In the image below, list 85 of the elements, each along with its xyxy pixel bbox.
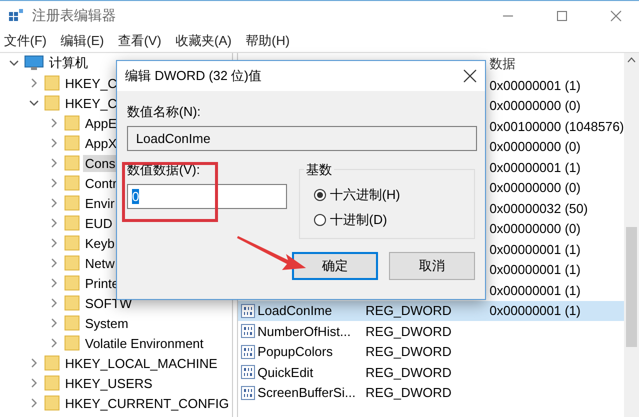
folder-icon bbox=[64, 295, 80, 311]
menu-item[interactable]: 文件(F) bbox=[4, 32, 47, 50]
selected-row[interactable]: LoadConIme REG_DWORD 0x00000001 (1) bbox=[238, 300, 624, 321]
value-type: REG_DWORD bbox=[366, 364, 452, 380]
folder-icon bbox=[64, 335, 80, 351]
menu-item[interactable]: 编辑(E) bbox=[60, 32, 104, 50]
folder-icon bbox=[64, 275, 80, 291]
folder-icon bbox=[64, 215, 80, 231]
window-title: 注册表编辑器 bbox=[32, 6, 117, 24]
tree-item[interactable]: HKEY_C bbox=[63, 74, 120, 92]
tree-item[interactable]: AppE bbox=[83, 114, 119, 132]
binary-value-icon bbox=[240, 365, 255, 380]
value-name: PopupColors bbox=[258, 344, 333, 360]
tree-item[interactable]: HKEY_C bbox=[63, 94, 120, 112]
folder-icon bbox=[64, 195, 80, 211]
menu-item[interactable]: 收藏夹(A) bbox=[175, 32, 232, 50]
folder-icon bbox=[64, 135, 80, 151]
folder-icon bbox=[64, 175, 80, 191]
tree-item[interactable]: Cons bbox=[83, 154, 118, 172]
value-data: 0x00000032 (50) bbox=[490, 200, 588, 216]
value-data: 0x00000001 (1) bbox=[490, 303, 581, 318]
scrollbar[interactable] bbox=[624, 53, 639, 417]
radio-button[interactable] bbox=[314, 188, 326, 200]
value-name: NumberOfHist... bbox=[258, 324, 351, 339]
value-type: REG_DWORD bbox=[366, 344, 452, 360]
folder-icon bbox=[64, 155, 80, 171]
value-data: 0x00000001 (1) bbox=[490, 78, 581, 93]
tree-item[interactable]: HKEY_CURRENT_CONFIG bbox=[63, 394, 231, 412]
folder-icon bbox=[44, 95, 60, 111]
value-data: 0x00000001 (1) bbox=[490, 160, 581, 175]
dialog-button[interactable]: 确定 bbox=[292, 252, 378, 280]
field-label: 数值名称(N): bbox=[127, 103, 202, 121]
value-data: 0x00000001 (1) bbox=[490, 262, 581, 278]
binary-value-icon bbox=[240, 386, 255, 400]
tree-item[interactable]: Keyb bbox=[83, 234, 117, 252]
dialog-title: 编辑 DWORD (32 位)值 bbox=[125, 67, 262, 85]
scroll-thumb[interactable] bbox=[626, 227, 637, 347]
binary-value-icon bbox=[240, 324, 255, 338]
value-data: 0x00000000 (0) bbox=[490, 180, 581, 196]
radio-label[interactable]: 十六进制(H) bbox=[330, 186, 400, 204]
tree-item[interactable]: HKEY_USERS bbox=[63, 374, 154, 392]
dialog-button[interactable]: 取消 bbox=[389, 252, 475, 280]
value-name: ScreenBufferSi... bbox=[258, 385, 356, 400]
folder-icon bbox=[44, 375, 60, 391]
value-name-field[interactable]: LoadConIme bbox=[127, 126, 477, 151]
value-data: 0x00000000 (0) bbox=[490, 98, 581, 114]
column-header[interactable]: 数据 bbox=[486, 55, 516, 73]
folder-icon bbox=[44, 395, 60, 411]
tree-item[interactable]: Volatile Environment bbox=[83, 334, 206, 352]
pointer-arrow bbox=[236, 234, 308, 272]
value-type: REG_DWORD bbox=[366, 324, 452, 339]
value-data-field[interactable]: 0 bbox=[127, 184, 287, 209]
value-type: REG_DWORD bbox=[366, 303, 452, 318]
computer-icon bbox=[24, 55, 44, 71]
binary-value-icon bbox=[240, 304, 255, 318]
tree-item[interactable]: 计算机 bbox=[47, 53, 90, 73]
value-data: 0x00000000 (0) bbox=[490, 139, 581, 154]
tree-item[interactable]: AppX bbox=[83, 134, 119, 152]
radio-button[interactable] bbox=[314, 214, 326, 226]
tree-item[interactable]: EUD bbox=[83, 214, 114, 232]
value-data: 0x00000001 (1) bbox=[490, 242, 581, 257]
folder-icon bbox=[64, 255, 80, 271]
radio-label[interactable]: 十进制(D) bbox=[330, 210, 388, 228]
folder-icon bbox=[64, 235, 80, 251]
folder-icon bbox=[64, 315, 80, 331]
folder-icon bbox=[44, 355, 60, 371]
value-name: LoadConIme bbox=[258, 303, 332, 318]
group-label: 基数 bbox=[304, 161, 334, 179]
folder-icon bbox=[64, 115, 80, 131]
tree-item[interactable]: Netw bbox=[83, 254, 117, 272]
tree-item[interactable]: Envir bbox=[83, 194, 117, 212]
maximize-icon[interactable] bbox=[556, 10, 568, 22]
registry-icon bbox=[8, 8, 24, 24]
tree-item[interactable]: System bbox=[83, 314, 130, 332]
binary-value-icon bbox=[240, 344, 255, 359]
value-data: 0x00000000 (0) bbox=[490, 221, 581, 236]
menu-item[interactable]: 查看(V) bbox=[118, 32, 162, 50]
folder-icon bbox=[44, 75, 60, 91]
value-data: 0x00100000 (1048576) bbox=[490, 118, 624, 134]
tree-item[interactable]: Contr bbox=[83, 174, 119, 192]
value-data: 0x00000001 (1) bbox=[490, 282, 581, 298]
tree-item[interactable]: HKEY_LOCAL_MACHINE bbox=[63, 354, 220, 372]
value-name: QuickEdit bbox=[258, 364, 314, 380]
menu-item[interactable]: 帮助(H) bbox=[246, 32, 290, 50]
value-type: REG_DWORD bbox=[366, 385, 452, 400]
